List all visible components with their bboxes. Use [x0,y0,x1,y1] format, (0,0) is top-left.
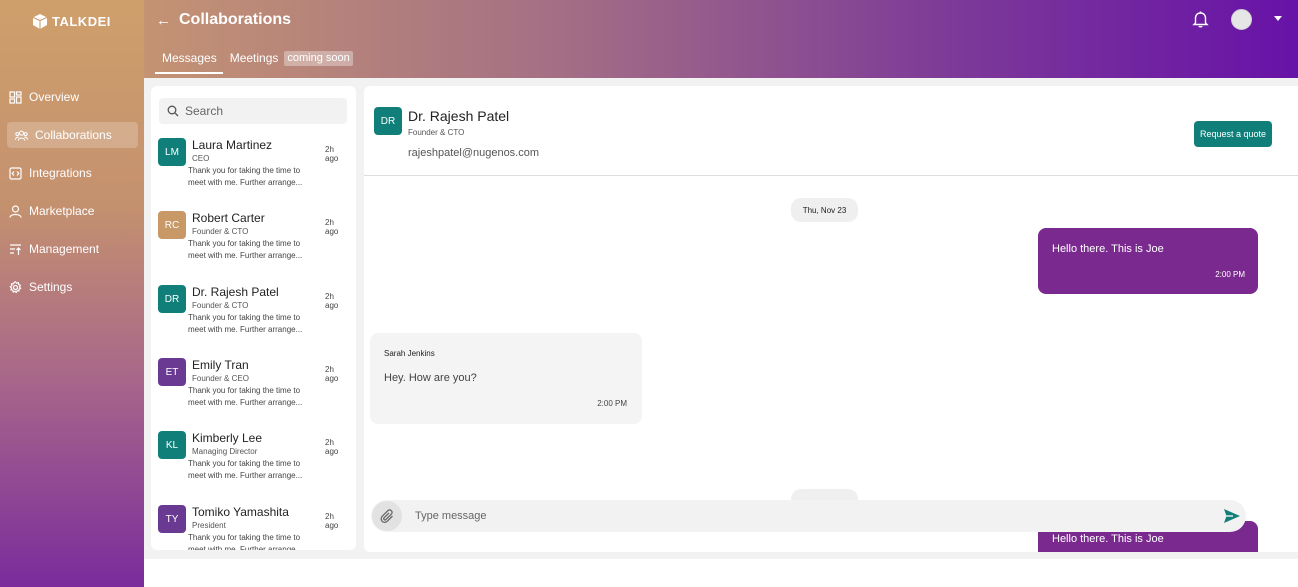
message-sender: Sarah Jenkins [384,349,435,358]
logo-text: TALKDEI [52,13,111,29]
contact-name: Emily Tran [192,358,249,372]
chat-contact-role: Founder & CTO [408,128,465,137]
coming-soon-badge: coming soon [284,51,353,66]
message-composer [371,500,1246,532]
bottom-strip [144,559,1298,587]
contact-role: Managing Director [192,447,258,456]
list-item[interactable]: LM Laura Martinez CEO 2h ago Thank you f… [158,138,348,198]
contact-time: 2h ago [325,438,339,456]
avatar: TY [158,505,186,533]
list-item[interactable]: KL Kimberly Lee Managing Director 2h ago… [158,431,348,491]
sidebar-item-settings[interactable]: Settings [7,274,138,300]
back-arrow-icon[interactable]: ← [156,12,171,29]
sidebar-item-label: Collaborations [35,128,112,142]
chat-panel: DR Dr. Rajesh Patel Founder & CTO rajesh… [364,86,1298,552]
contact-name: Dr. Rajesh Patel [192,285,279,299]
avatar: DR [158,285,186,313]
message-preview: Thank you for taking the time to meet wi… [188,533,303,550]
list-item[interactable]: DR Dr. Rajesh Patel Founder & CTO 2h ago… [158,285,348,345]
send-icon[interactable] [1223,507,1241,525]
outgoing-message: Hello there. This is Joe 2:00 PM [1038,228,1258,294]
contact-role: CEO [192,154,210,163]
contact-time: 2h ago [325,365,339,383]
contact-name: Robert Carter [192,211,265,225]
message-preview: Thank you for taking the time to meet wi… [188,459,303,480]
sidebar-nav: Overview Collaborations Integrations Mar… [7,84,138,312]
search-input[interactable] [185,104,335,118]
chat-contact-email: rajeshpatel@nugenos.com [408,147,540,159]
incoming-message: Sarah Jenkins Hey. How are you? 2:00 PM [370,333,642,424]
avatar: DR [374,107,402,135]
message-thread[interactable]: Thu, Nov 23 Hello there. This is Joe 2:0… [364,177,1298,552]
contact-role: President [192,521,226,530]
gear-icon [9,280,22,293]
avatar: LM [158,138,186,166]
page-title: ← Collaborations [156,11,291,29]
avatar: KL [158,431,186,459]
contact-role: Founder & CTO [192,301,249,310]
message-text: Hey. How are you? [384,372,477,384]
sidebar-item-label: Marketplace [29,204,95,218]
sidebar-item-management[interactable]: Management [7,236,138,262]
sidebar-item-label: Settings [29,280,73,294]
message-preview: Thank you for taking the time to meet wi… [188,313,303,334]
chat-contact-name: Dr. Rajesh Patel [408,108,510,124]
list-item[interactable]: RC Robert Carter Founder & CTO 2h ago Th… [158,211,348,271]
contact-time: 2h ago [325,218,339,236]
contact-name: Tomiko Yamashita [192,505,289,519]
message-preview: Thank you for taking the time to meet wi… [188,166,303,187]
message-text: Hello there. This is Joe [1052,533,1164,545]
contact-role: Founder & CEO [192,374,249,383]
user-avatar[interactable] [1231,9,1252,30]
sidebar-item-overview[interactable]: Overview [7,84,138,110]
message-preview: Thank you for taking the time to meet wi… [188,239,303,260]
avatar: RC [158,211,186,239]
date-separator: Thu, Nov 23 [791,198,858,222]
attach-button[interactable] [372,501,402,531]
contact-name: Laura Martinez [192,138,273,152]
tab-bar: Messages Meetings coming soon [155,51,353,74]
request-quote-button[interactable]: Request a quote [1194,121,1272,147]
list-item[interactable]: ET Emily Tran Founder & CEO 2h ago Thank… [158,358,348,418]
person-icon [9,204,22,218]
code-icon [9,166,22,180]
grid-icon [9,90,22,104]
avatar: ET [158,358,186,386]
message-text: Hello there. This is Joe [1052,243,1164,255]
bell-icon[interactable] [1192,10,1209,28]
sort-icon [10,243,21,255]
page-title-text: Collaborations [179,11,292,28]
sidebar-item-label: Overview [29,90,80,104]
sidebar-item-label: Integrations [29,166,92,180]
tab-messages[interactable]: Messages [155,51,223,74]
chevron-down-icon[interactable] [1274,16,1282,21]
users-icon [15,130,28,141]
tab-meetings[interactable]: Meetings [223,51,285,74]
sidebar-item-label: Management [29,242,100,256]
paperclip-icon [380,508,393,523]
contact-time: 2h ago [325,512,339,530]
message-preview: Thank you for taking the time to meet wi… [188,386,303,407]
sidebar-item-integrations[interactable]: Integrations [7,160,138,186]
search-icon [167,105,179,117]
contact-role: Founder & CTO [192,227,249,236]
message-time: 2:00 PM [1215,270,1245,279]
list-item[interactable]: TY Tomiko Yamashita President 2h ago Tha… [158,505,348,550]
message-input[interactable] [415,510,1195,522]
message-time: 2:00 PM [597,399,627,408]
logo[interactable]: TALKDEI [33,12,111,30]
contact-time: 2h ago [325,292,339,310]
chat-header: DR Dr. Rajesh Patel Founder & CTO rajesh… [364,86,1298,176]
cube-logo-icon [33,13,47,29]
sidebar-item-collaborations[interactable]: Collaborations [7,122,138,148]
search-box [159,98,347,124]
contact-time: 2h ago [325,145,339,163]
contact-name: Kimberly Lee [192,431,263,445]
sidebar-item-marketplace[interactable]: Marketplace [7,198,138,224]
conversation-list: LM Laura Martinez CEO 2h ago Thank you f… [151,86,356,550]
